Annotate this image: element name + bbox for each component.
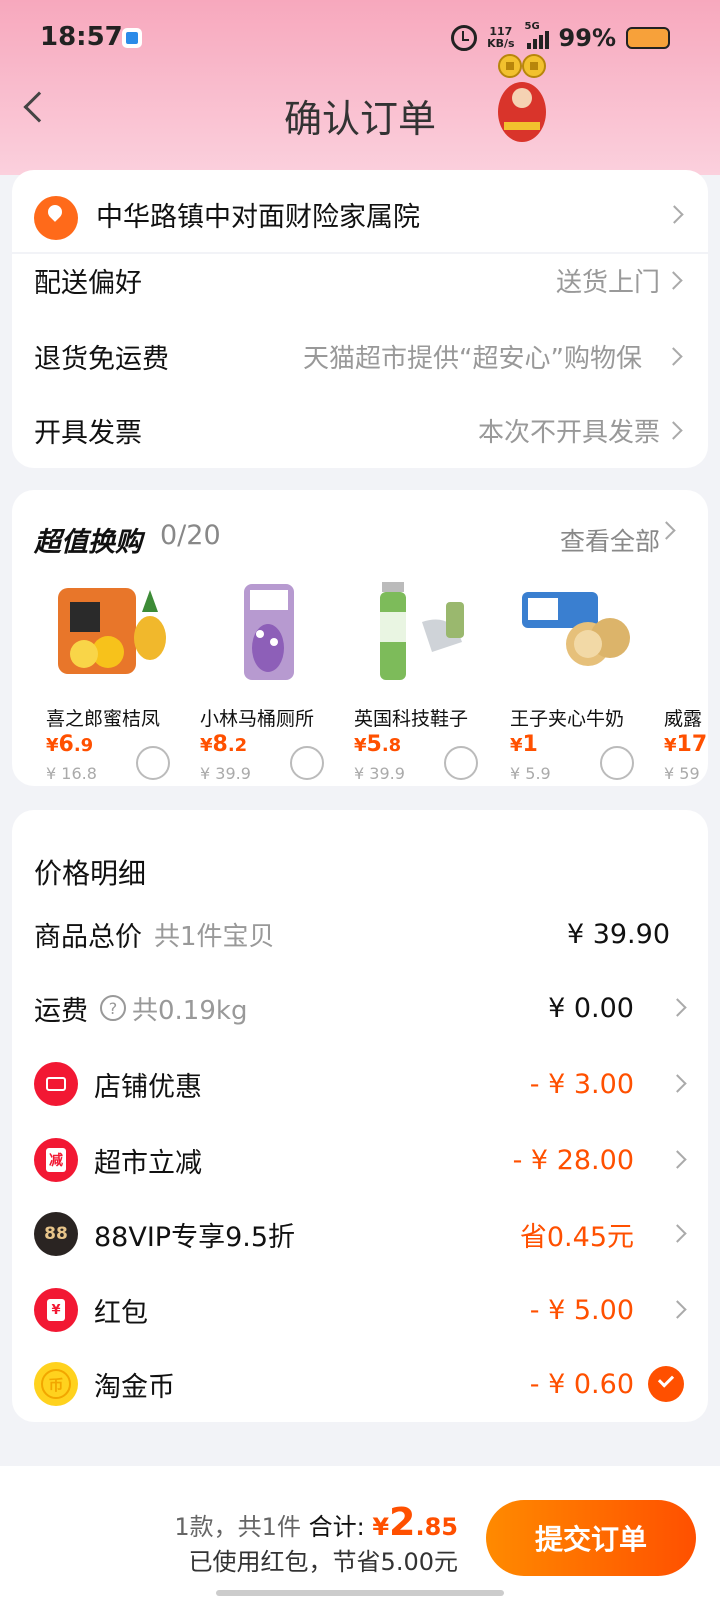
chevron-right-icon (668, 998, 687, 1017)
header: 18:57 117 KB/s 5G 99% 确认订单 (0, 0, 720, 175)
select-radio[interactable] (600, 746, 634, 780)
alarm-icon (451, 25, 478, 51)
exchange-count: 0/20 (160, 520, 221, 551)
option-return-shipping[interactable]: 退货免运费 天猫超市提供“超安心”购物保 (12, 332, 708, 380)
select-radio[interactable] (444, 746, 478, 780)
option-delivery[interactable]: 配送偏好 送货上门 (12, 256, 708, 304)
red-packet-icon: ¥ (34, 1288, 78, 1332)
vip-88-icon: 88 (34, 1212, 78, 1256)
saved-text: 已使用红包，节省5.00元 (188, 1548, 458, 1576)
product-card[interactable]: 喜之郎蜜桔凤 ¥6.9 ¥ 16.8 (46, 582, 196, 783)
chevron-right-icon (664, 420, 683, 440)
product-card[interactable]: 英国科技鞋子 ¥5.8 ¥ 39.9 (354, 582, 504, 783)
product-image (244, 584, 294, 680)
store-discount-row[interactable]: 店铺优惠 - ¥ 3.00 (34, 1062, 687, 1106)
chevron-right-icon (668, 1300, 687, 1319)
chevron-right-icon (664, 270, 683, 290)
gold-coin-icon: 币 (34, 1362, 78, 1406)
product-card[interactable]: 威露 ¥17 ¥ 59 (664, 582, 708, 782)
option-invoice[interactable]: 开具发票 本次不开具发票 (12, 406, 708, 454)
status-bar: 18:57 117 KB/s 5G 99% (0, 18, 720, 58)
shipping-row[interactable]: 运费 ? 共0.19kg ¥ 0.00 (34, 986, 687, 1030)
chevron-right-icon (668, 1224, 687, 1243)
product-image (522, 592, 630, 666)
exchange-title: 超值换购 (34, 527, 142, 558)
market-discount-row[interactable]: 减 超市立减 - ¥ 28.00 (34, 1138, 687, 1182)
fortune-god-decoration-icon (498, 54, 546, 142)
goods-total-row: 商品总价 共1件宝贝 ¥ 39.90 (34, 918, 670, 953)
product-image (58, 588, 166, 674)
page-title: 确认订单 (283, 97, 436, 141)
red-packet-row[interactable]: ¥ 红包 - ¥ 5.00 (34, 1288, 687, 1332)
select-radio[interactable] (136, 746, 170, 780)
chevron-right-icon (668, 1074, 687, 1093)
battery-percent: 99% (558, 24, 616, 52)
app-notification-icon (122, 28, 142, 48)
submit-order-button[interactable]: 提交订单 (486, 1500, 696, 1576)
product-card[interactable]: 王子夹心牛奶 ¥1 ¥ 5.9 (510, 582, 660, 783)
chevron-right-icon (664, 346, 683, 366)
signal-icon: 5G (525, 21, 549, 49)
product-image (380, 582, 464, 680)
location-pin-icon (34, 196, 78, 240)
home-indicator[interactable] (216, 1590, 504, 1596)
status-icons: 117 KB/s 5G 99% (451, 21, 670, 54)
coins-row[interactable]: 币 淘金币 - ¥ 0.60 (34, 1362, 684, 1406)
order-total: 1款，共1件 合计: ¥2.85 (174, 1500, 458, 1544)
checkmark-icon[interactable] (648, 1366, 684, 1402)
discount-badge-icon: 减 (34, 1138, 78, 1182)
view-all-link[interactable]: 查看全部 (560, 522, 660, 558)
net-speed: 117 KB/s (487, 25, 515, 50)
coupon-icon (34, 1062, 78, 1106)
product-card[interactable]: 小林马桶厕所 ¥8.2 ¥ 39.9 (200, 582, 350, 783)
chevron-right-icon (668, 1150, 687, 1169)
select-radio[interactable] (290, 746, 324, 780)
address-text: 中华路镇中对面财险家属院 (96, 202, 420, 233)
status-time: 18:57 (40, 22, 123, 52)
battery-icon (626, 27, 670, 49)
vip-discount-row[interactable]: 88 88VIP专享9.5折 省0.45元 (34, 1212, 687, 1256)
divider (12, 252, 708, 254)
help-icon[interactable]: ? (100, 995, 126, 1021)
price-detail-title: 价格明细 (34, 857, 147, 890)
